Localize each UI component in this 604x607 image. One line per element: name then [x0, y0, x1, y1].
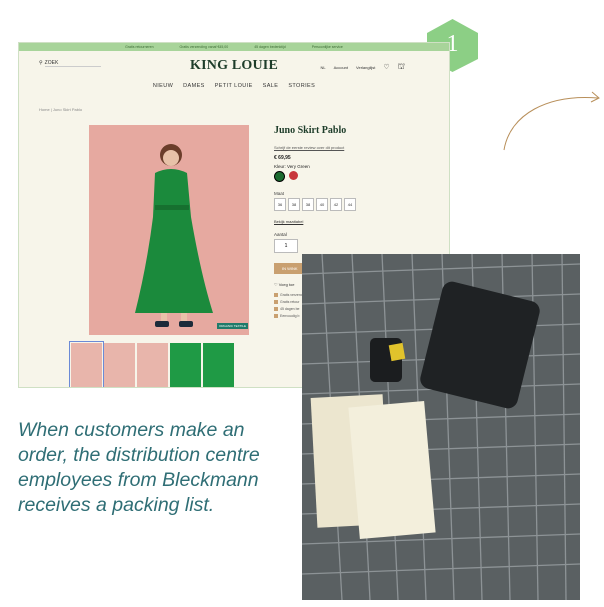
- usp-bar: Gratis retourneren Gratis verzending van…: [19, 43, 449, 51]
- size-guide-link[interactable]: Bekijk maattabel: [274, 219, 356, 224]
- usp-item: 45 dagen bedenktijd: [254, 45, 286, 49]
- size-option[interactable]: 42: [330, 198, 342, 211]
- size-option[interactable]: 40: [316, 198, 328, 211]
- product-main-image[interactable]: [89, 125, 249, 335]
- account-link[interactable]: Account: [334, 65, 348, 70]
- thumbnail-3[interactable]: [137, 343, 168, 387]
- color-label: Kleur: Very Green: [274, 164, 310, 169]
- language-select[interactable]: NL: [320, 65, 325, 70]
- account-links: NL Account Verlanglijst ♡ ⛫: [320, 62, 405, 72]
- breadcrumb[interactable]: Home | Juno Skirt Pablo: [39, 107, 82, 112]
- color-swatch-red[interactable]: [289, 171, 298, 180]
- nav-item-dames[interactable]: DAMES: [183, 83, 205, 89]
- model-figure: [135, 144, 213, 327]
- quantity-stepper[interactable]: 1: [274, 239, 298, 253]
- quantity-label: Aantal: [274, 232, 287, 237]
- wishlist-link[interactable]: Verlanglijst: [356, 65, 375, 70]
- usp-item: Persoonlijke service: [311, 45, 343, 49]
- warehouse-cart-photo: [302, 254, 580, 600]
- bag-icon[interactable]: ⛫: [398, 62, 405, 72]
- curved-arrow-icon: [503, 91, 600, 151]
- wishlist-text: Voeg toe: [278, 282, 295, 287]
- packing-list-sheet: [348, 400, 436, 540]
- size-option[interactable]: 36: [274, 198, 286, 211]
- thumbnail-strip: [69, 341, 234, 387]
- color-swatch-green[interactable]: [274, 171, 285, 182]
- caption-text: When customers make an order, the distri…: [18, 419, 260, 516]
- review-link[interactable]: Schrijf de eerste review over dit produc…: [274, 145, 356, 150]
- product-tag: ORGANIC TEXTILE: [217, 323, 248, 329]
- thumbnail-1[interactable]: [69, 341, 104, 387]
- usp-item: Gratis retourneren: [125, 45, 154, 49]
- size-option[interactable]: 38: [302, 198, 314, 211]
- size-option[interactable]: 38: [288, 198, 300, 211]
- size-options: 36 38 38 40 42 44: [274, 198, 356, 211]
- scanner-trigger: [388, 342, 406, 362]
- heart-icon[interactable]: ♡: [383, 63, 389, 71]
- nav-item-nieuw[interactable]: NIEUW: [153, 83, 173, 89]
- color-swatches: [274, 171, 356, 182]
- thumbnail-4[interactable]: [170, 343, 201, 387]
- nav-item-stories[interactable]: STORIES: [288, 83, 315, 89]
- usp-item: Gratis verzending vanaf €45,00: [179, 45, 229, 49]
- nav-item-sale[interactable]: SALE: [263, 83, 279, 89]
- nav-item-petit-louie[interactable]: PETIT LOUIE: [215, 83, 253, 89]
- product-title: Juno Skirt Pablo: [274, 125, 347, 136]
- size-label: Maat: [274, 191, 285, 196]
- site-header: ⚲ ZOEK KING LOUIE NL Account Verlanglijst…: [19, 51, 449, 75]
- size-option[interactable]: 44: [344, 198, 356, 211]
- product-price: € 69,95: [274, 155, 291, 161]
- thumbnail-5[interactable]: [203, 343, 234, 387]
- thumbnail-2[interactable]: [104, 343, 135, 387]
- main-nav: NIEUW DAMES PETIT LOUIE SALE STORIES: [19, 75, 449, 89]
